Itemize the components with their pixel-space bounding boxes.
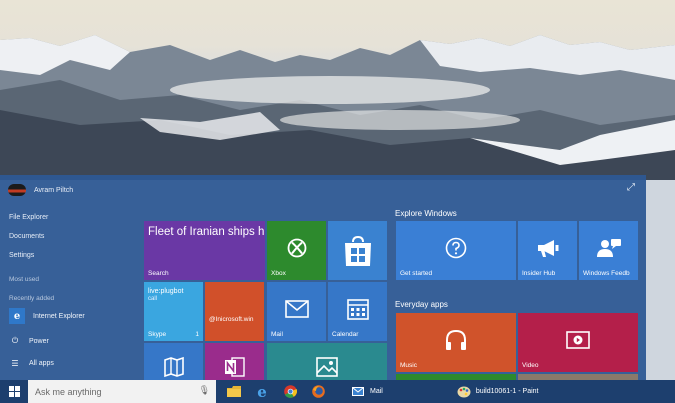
twitter-tile[interactable]: @Inicrosoft.win: [205, 282, 264, 341]
internet-explorer-icon: e: [9, 308, 25, 324]
power-label: Power: [29, 337, 49, 345]
mail-icon: [284, 299, 309, 318]
paint-icon: [457, 386, 471, 397]
mail-label: Mail: [271, 331, 283, 338]
all-apps-icon: ☰: [11, 359, 19, 368]
store-tile[interactable]: [328, 221, 387, 280]
insider-hub-label: Insider Hub: [522, 270, 556, 277]
news-headline: Fleet of Iranian ships heading to Yemen …: [148, 226, 264, 238]
chrome-icon: [283, 385, 297, 398]
all-apps-label: All apps: [29, 360, 54, 367]
calendar-icon: [346, 298, 369, 320]
documents-link[interactable]: Documents: [9, 233, 44, 240]
file-explorer-link[interactable]: File Explorer: [9, 214, 48, 221]
skype-subtext: call: [148, 296, 158, 302]
photo-icon: [316, 357, 338, 377]
get-started-tile[interactable]: Get started: [396, 221, 516, 280]
get-started-label: Get started: [400, 270, 433, 277]
video-icon: [566, 330, 590, 349]
explore-windows-heading: Explore Windows: [395, 209, 457, 218]
recent-app-internet-explorer[interactable]: e Internet Explorer: [9, 308, 85, 324]
calendar-tile[interactable]: Calendar: [328, 282, 387, 341]
skype-badge: 1: [195, 331, 199, 338]
windows-feedback-tile[interactable]: Windows Feedb: [579, 221, 638, 280]
most-used-heading: Most used: [9, 276, 39, 283]
xbox-label: Xbox: [271, 270, 286, 277]
windows-logo-icon: [8, 386, 20, 397]
expand-icon[interactable]: ⤢: [627, 182, 635, 193]
recent-app-label: Internet Explorer: [33, 312, 85, 320]
taskbar: 🎙 e Mail: [0, 380, 675, 403]
news-tile-label: Search: [148, 270, 169, 277]
photos-tile[interactable]: [267, 343, 387, 380]
settings-link[interactable]: Settings: [9, 252, 34, 259]
calendar-label: Calendar: [332, 331, 359, 338]
start-menu: Avram Piltch File Explorer Documents Set…: [0, 175, 646, 380]
map-icon: [163, 356, 184, 378]
search-box[interactable]: 🎙: [28, 380, 216, 403]
news-tile[interactable]: Fleet of Iranian ships heading to Yemen …: [144, 221, 265, 280]
music-label: Music: [400, 362, 417, 369]
user-name: Avram Piltch: [34, 186, 74, 194]
mail-icon: [352, 387, 364, 396]
taskbar-mail-label: Mail: [370, 388, 383, 395]
internet-explorer-icon: e: [257, 382, 267, 401]
firefox-icon: [311, 385, 325, 398]
skype-tile[interactable]: live:plugbot call Skype 1: [144, 282, 203, 341]
maps-tile[interactable]: [144, 343, 203, 380]
feedback-people-icon: [596, 238, 621, 257]
mail-tile[interactable]: Mail: [267, 282, 326, 341]
avatar: [8, 184, 26, 196]
taskbar-file-explorer[interactable]: [220, 380, 248, 403]
start-button[interactable]: [0, 380, 28, 403]
user-account[interactable]: Avram Piltch: [8, 184, 73, 196]
taskbar-mail[interactable]: Mail: [344, 380, 391, 403]
skype-label: Skype: [148, 331, 167, 338]
twitter-handle: @Inicrosoft.win: [209, 316, 254, 323]
xbox-icon: [287, 238, 306, 257]
question-icon: [445, 237, 467, 258]
start-menu-left-column: Avram Piltch File Explorer Documents Set…: [0, 175, 140, 380]
video-label: Video: [522, 362, 539, 369]
taskbar-paint-label: build10061-1 - Paint: [475, 388, 539, 395]
headphones-icon: [446, 329, 466, 350]
taskbar-internet-explorer[interactable]: e: [248, 380, 276, 403]
recently-added-heading: Recently added: [9, 295, 55, 302]
skype-contact: live:plugbot: [148, 288, 184, 295]
windows-feedback-label: Windows Feedb: [583, 270, 630, 277]
taskbar-paint[interactable]: build10061-1 - Paint: [457, 380, 539, 403]
onenote-tile[interactable]: [205, 343, 264, 380]
taskbar-firefox[interactable]: [304, 380, 332, 403]
folder-icon: [227, 386, 241, 397]
everyday-apps-heading: Everyday apps: [395, 300, 448, 309]
store-bag-icon: [344, 235, 371, 266]
onenote-icon: [224, 357, 245, 377]
music-tile[interactable]: Music: [396, 313, 516, 372]
insider-hub-tile[interactable]: Insider Hub: [518, 221, 577, 280]
video-tile[interactable]: Video: [518, 313, 638, 372]
megaphone-icon: [537, 239, 558, 257]
power-button[interactable]: ⏻ Power: [9, 336, 49, 346]
power-icon: ⏻: [11, 336, 19, 345]
search-input[interactable]: [35, 386, 195, 397]
xbox-tile[interactable]: Xbox: [267, 221, 326, 280]
desktop-wallpaper: [0, 0, 675, 180]
all-apps-button[interactable]: ☰ All apps: [9, 359, 54, 368]
microphone-icon[interactable]: 🎙: [199, 385, 210, 396]
taskbar-chrome[interactable]: [276, 380, 304, 403]
